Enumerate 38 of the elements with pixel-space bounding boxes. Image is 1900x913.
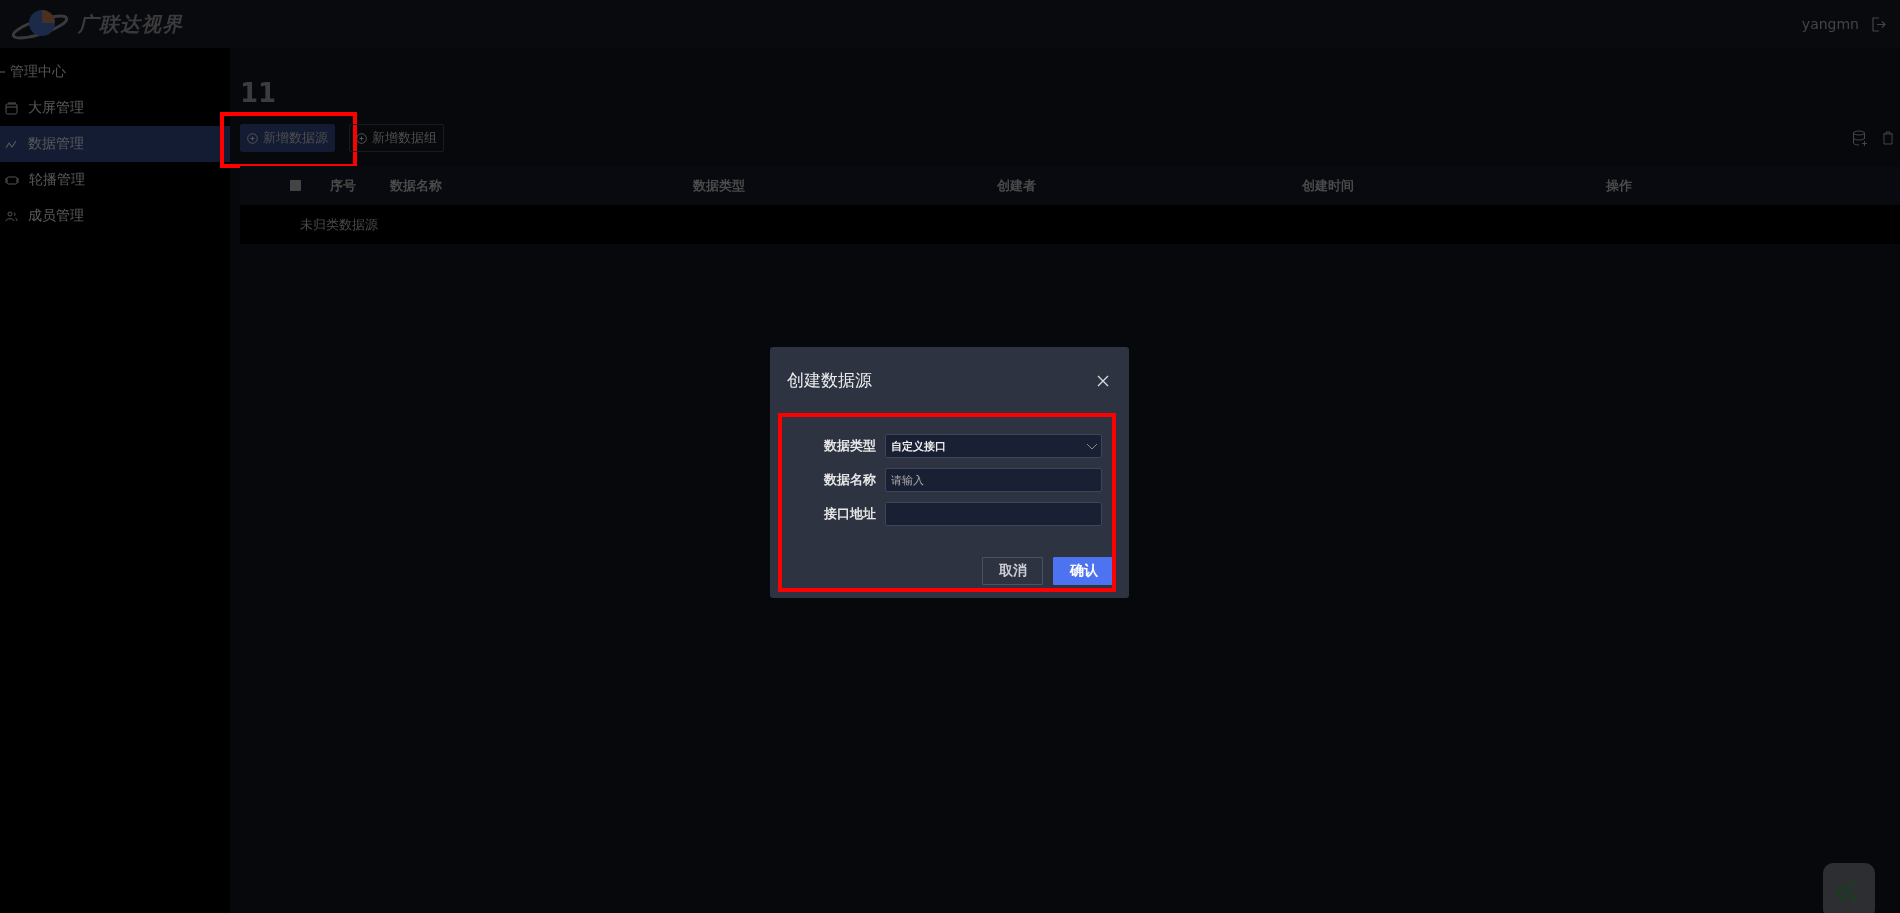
chevron-down-icon <box>1086 442 1098 450</box>
carousel-icon <box>5 173 19 187</box>
column-header: 数据名称 <box>390 176 442 195</box>
select-field[interactable]: 自定义接口 <box>885 434 1102 458</box>
column-header: 创建者 <box>997 176 1036 195</box>
database-add-icon[interactable] <box>1852 129 1868 147</box>
group-label: 未归类数据源 <box>300 215 378 234</box>
logout-icon[interactable] <box>1871 16 1886 32</box>
field-label: 数据名称 <box>823 471 876 489</box>
users-icon <box>5 209 18 223</box>
table-row[interactable]: 未归类数据源 <box>240 205 1900 244</box>
sidebar-item[interactable]: 成员管理 <box>0 198 230 234</box>
plus-circle-icon <box>356 132 367 144</box>
field-label: 接口地址 <box>823 505 876 523</box>
close-icon[interactable] <box>1097 374 1109 387</box>
trash-icon[interactable] <box>1882 131 1894 145</box>
sidebar-item[interactable]: 数据管理 <box>0 126 230 162</box>
input-field[interactable] <box>885 502 1102 526</box>
cancel-button[interactable]: 取消 <box>982 557 1043 585</box>
field-label: 数据类型 <box>823 437 876 455</box>
dialog-title: 创建数据源 <box>787 369 872 392</box>
sidebar-item[interactable]: 轮播管理 <box>0 162 230 198</box>
add-button[interactable]: 新增数据组 <box>349 124 444 152</box>
planet-logo-icon <box>10 7 70 41</box>
plus-circle-icon <box>247 132 258 144</box>
floating-button[interactable] <box>1823 863 1875 913</box>
checkbox[interactable] <box>290 180 301 191</box>
confirm-button[interactable]: 确认 <box>1053 557 1114 585</box>
column-header: 创建时间 <box>1302 176 1354 195</box>
username: yangmn <box>1801 16 1859 32</box>
column-header: 操作 <box>1606 176 1632 195</box>
sidebar-section-title[interactable]: 管理中心 <box>10 63 66 81</box>
input-field[interactable]: 请输入 <box>885 468 1102 492</box>
collapse-icon[interactable] <box>0 68 6 76</box>
screen-icon <box>5 101 18 115</box>
sidebar-item[interactable]: 大屏管理 <box>0 90 230 126</box>
column-header: 数据类型 <box>693 176 745 195</box>
column-header: 序号 <box>330 176 356 195</box>
